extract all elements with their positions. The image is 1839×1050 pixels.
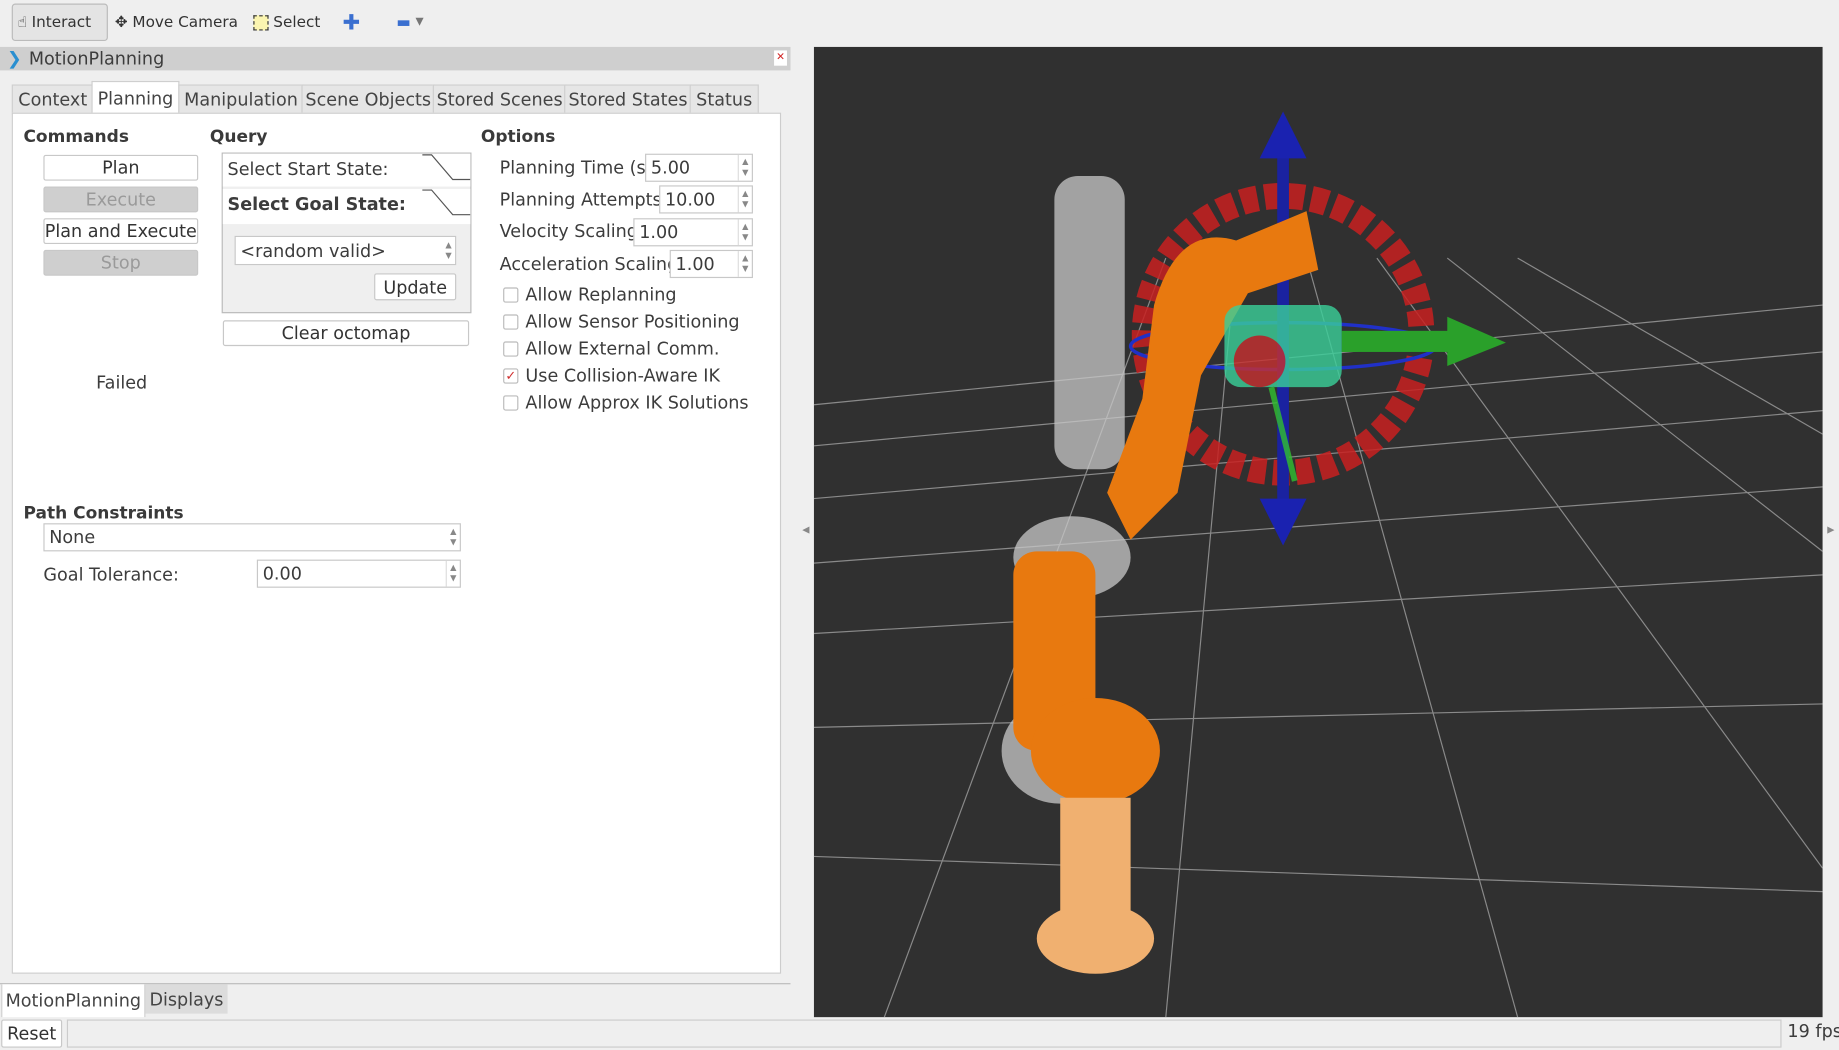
move-icon: ✥ xyxy=(114,13,128,32)
path-constraints-header: Path Constraints xyxy=(23,504,184,524)
tab-motionplanning-bottom[interactable]: MotionPlanning xyxy=(1,984,146,1018)
collapse-right-icon[interactable]: ▶ xyxy=(1827,524,1834,535)
close-icon[interactable]: ✕ xyxy=(774,50,787,66)
spin-arrows-icon[interactable]: ▲ ▼ xyxy=(737,154,752,181)
combo-arrows-icon: ▲ ▼ xyxy=(445,239,452,260)
checkbox[interactable] xyxy=(503,395,519,411)
select-box-icon xyxy=(253,14,269,30)
move-camera-tool[interactable]: ✥ Move Camera xyxy=(115,4,238,42)
checkbox-label: Allow Replanning xyxy=(525,283,677,306)
remove-tool-button[interactable]: ▬ ▼ xyxy=(396,4,423,42)
checkbox[interactable] xyxy=(503,341,519,357)
planning-status: Failed xyxy=(96,371,148,394)
minus-icon: ▬ xyxy=(396,13,411,32)
add-tool-button[interactable]: ✚ xyxy=(342,4,360,42)
checkbox-label: Allow Approx IK Solutions xyxy=(525,391,749,413)
panel-icon: ❯ xyxy=(7,48,22,70)
goal-tolerance-label: Goal Tolerance: xyxy=(43,564,179,586)
tab-displays[interactable]: Displays xyxy=(145,984,228,1014)
checkbox-label: Allow Sensor Positioning xyxy=(525,310,740,333)
tab-scene-objects[interactable]: Scene Objects xyxy=(301,84,436,115)
checkbox[interactable] xyxy=(503,287,519,303)
plan-and-execute-button[interactable]: Plan and Execute xyxy=(43,218,199,245)
query-toolbox: Select Start State: Select Goal State: <… xyxy=(221,152,472,314)
spin-arrows-icon[interactable]: ▲ ▼ xyxy=(737,219,752,246)
acceleration-scaling-spinbox[interactable]: 1.00 ▲ ▼ xyxy=(669,249,753,279)
select-tool[interactable]: Select xyxy=(253,4,320,42)
checkbox[interactable]: ✓ xyxy=(503,368,519,384)
commands-header: Commands xyxy=(23,127,129,147)
planning-time-label: Planning Time (s): xyxy=(499,157,659,179)
update-button[interactable]: Update xyxy=(374,273,457,301)
clear-octomap-button[interactable]: Clear octomap xyxy=(222,320,470,347)
checkbox-label: Use Collision-Aware IK xyxy=(525,364,721,386)
combo-arrows-icon: ▲ ▼ xyxy=(450,526,457,547)
velocity-scaling-label: Velocity Scaling: xyxy=(499,220,644,242)
dropdown-arrow-icon: ▼ xyxy=(415,16,424,29)
goal-state-combo[interactable]: <random valid> ▲ ▼ xyxy=(234,235,457,266)
spin-arrows-icon[interactable]: ▲ ▼ xyxy=(737,186,752,213)
spin-arrows-icon[interactable]: ▲ ▼ xyxy=(737,251,752,277)
panel-title: MotionPlanning xyxy=(28,48,165,70)
status-field xyxy=(66,1019,1782,1048)
goal-tolerance-spinbox[interactable]: 0.00 ▲ ▼ xyxy=(256,559,461,588)
checkbox[interactable] xyxy=(503,314,519,330)
panel-titlebar: ❯ MotionPlanning ✕ xyxy=(0,46,791,71)
start-state-section[interactable]: Select Start State: xyxy=(222,153,471,187)
acceleration-scaling-label: Acceleration Scaling: xyxy=(499,253,685,275)
fps-readout: 19 fps xyxy=(1787,1020,1839,1042)
goal-state-section[interactable]: Select Goal State: xyxy=(222,188,471,225)
spin-arrows-icon[interactable]: ▲ ▼ xyxy=(445,560,460,587)
planning-time-spinbox[interactable]: 5.00 ▲ ▼ xyxy=(645,153,753,182)
scene-render[interactable] xyxy=(813,47,1823,1018)
tab-planning[interactable]: Planning xyxy=(91,80,180,115)
3d-viewport[interactable] xyxy=(813,46,1823,1018)
stop-button[interactable]: Stop xyxy=(43,249,199,276)
reset-button[interactable]: Reset xyxy=(1,1019,63,1048)
planning-attempts-spinbox[interactable]: 10.00 ▲ ▼ xyxy=(659,185,753,214)
hand-icon: ☝ xyxy=(17,13,27,32)
plus-icon: ✚ xyxy=(342,9,361,35)
section-tab-edge xyxy=(422,154,471,181)
tab-manipulation[interactable]: Manipulation xyxy=(178,84,304,115)
planning-attempts-label: Planning Attempts: xyxy=(499,188,668,210)
execute-button[interactable]: Execute xyxy=(43,186,199,213)
checkbox-label: Allow External Comm. xyxy=(525,337,720,359)
interact-tool[interactable]: ☝ Interact xyxy=(11,3,108,42)
collapse-left-icon[interactable]: ◀ xyxy=(802,524,809,535)
options-header: Options xyxy=(480,127,556,147)
velocity-scaling-spinbox[interactable]: 1.00 ▲ ▼ xyxy=(633,218,753,247)
section-tab-edge xyxy=(422,189,471,216)
tab-stored-states[interactable]: Stored States xyxy=(564,84,692,115)
plan-button[interactable]: Plan xyxy=(43,154,199,181)
query-header: Query xyxy=(209,127,268,147)
tab-status[interactable]: Status xyxy=(689,84,759,115)
tab-context[interactable]: Context xyxy=(11,84,94,115)
tab-stored-scenes[interactable]: Stored Scenes xyxy=(432,84,567,115)
path-constraints-combo[interactable]: None ▲ ▼ xyxy=(43,523,461,552)
